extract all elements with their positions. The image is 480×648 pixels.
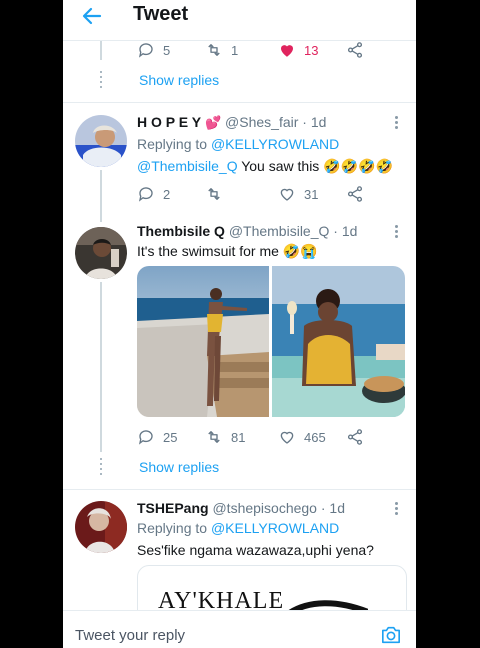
laughing-emojis: 🤣🤣🤣🤣 <box>323 158 393 174</box>
avatar[interactable] <box>75 501 127 553</box>
thread-dots <box>100 71 102 91</box>
like-count: 13 <box>304 42 319 58</box>
tweet-time: · 1d <box>333 223 358 239</box>
avatar[interactable] <box>75 227 127 279</box>
tweet-time: · 1d <box>320 500 345 516</box>
replying-label: Replying to <box>137 136 208 152</box>
author-handle: @Thembisile_Q <box>228 223 330 239</box>
heart-emoji: 💕 <box>204 115 222 130</box>
heart-icon <box>280 431 294 444</box>
tweet-body: You saw this <box>237 158 324 174</box>
tweet-text: Ses'fike ngama wazawaza,uphi yena? <box>137 542 374 558</box>
thread-line <box>100 282 102 452</box>
share-button[interactable] <box>346 427 364 447</box>
like-count: 31 <box>304 186 319 202</box>
replying-to-handle[interactable]: @KELLYROWLAND <box>211 136 339 152</box>
share-button[interactable] <box>346 40 364 60</box>
replying-to: Replying to @KELLYROWLAND <box>137 520 339 536</box>
top-bar: Tweet <box>63 0 416 41</box>
share-button[interactable] <box>346 184 364 204</box>
reply-button[interactable]: 2 <box>137 184 170 204</box>
author-name[interactable]: Thembisile Q <box>137 223 225 239</box>
like-button[interactable]: 465 <box>278 427 326 447</box>
reply-composer: Tweet your reply <box>63 610 416 648</box>
replying-label: Replying to <box>137 520 208 536</box>
show-replies-link[interactable]: Show replies <box>139 459 219 475</box>
author-handle: @Shes_fair <box>225 114 299 130</box>
share-icon <box>347 42 363 58</box>
more-options-icon[interactable] <box>395 225 399 240</box>
camera-icon[interactable] <box>380 625 402 645</box>
author-handle: @tshepisochego <box>212 500 317 516</box>
share-icon <box>347 186 363 202</box>
reply-icon <box>138 187 153 202</box>
thread-line <box>100 170 102 222</box>
tweet-time: · 1d <box>302 114 327 130</box>
retweet-icon <box>208 188 220 200</box>
reply-icon <box>138 43 153 58</box>
tweet-author: Thembisile Q @Thembisile_Q · 1d <box>137 223 357 239</box>
replying-to-handle[interactable]: @KELLYROWLAND <box>211 520 339 536</box>
reply-input[interactable]: Tweet your reply <box>75 627 185 644</box>
retweet-button[interactable]: 81 <box>205 427 245 447</box>
back-arrow-icon[interactable] <box>80 4 104 28</box>
tweet-text: It's the swimsuit for me 🤣😭 <box>137 243 318 260</box>
show-replies-link[interactable]: Show replies <box>139 72 219 88</box>
like-button[interactable]: 31 <box>278 184 318 204</box>
reply-button[interactable]: 5 <box>137 40 170 60</box>
like-count: 465 <box>304 429 326 445</box>
reply-count: 5 <box>163 42 171 58</box>
tweet-author: TSHEPang @tshepisochego · 1d <box>137 500 345 516</box>
author-name[interactable]: TSHEPang <box>137 500 209 516</box>
retweet-button[interactable] <box>205 184 231 204</box>
tweet-emojis: 🤣😭 <box>282 243 318 259</box>
retweet-count: 81 <box>231 429 246 445</box>
retweet-icon <box>208 44 220 56</box>
tweet-actions: 25 81 465 <box>137 427 407 447</box>
share-icon <box>347 429 363 445</box>
heart-icon <box>280 188 294 201</box>
avatar[interactable] <box>75 115 127 167</box>
reply-icon <box>138 430 153 445</box>
thread-line <box>100 40 102 60</box>
reply-count: 2 <box>163 186 171 202</box>
author-name[interactable]: H O P E Y <box>137 114 201 130</box>
tweet-body: It's the swimsuit for me <box>137 243 283 259</box>
page-title: Tweet <box>133 3 189 25</box>
retweet-icon <box>208 431 220 443</box>
tweet-author: H O P E Y 💕 @Shes_fair · 1d <box>137 114 326 131</box>
retweet-count: 1 <box>231 42 239 58</box>
top-tweet-actions: 5 1 13 <box>137 40 407 60</box>
tweet-photo[interactable] <box>272 266 405 417</box>
retweet-button[interactable]: 1 <box>205 40 238 60</box>
divider <box>63 102 416 103</box>
replying-to: Replying to @KELLYROWLAND <box>137 136 339 152</box>
more-options-icon[interactable] <box>395 116 399 131</box>
mention-link[interactable]: @Thembisile_Q <box>137 158 238 174</box>
tweet-photo[interactable] <box>137 266 269 417</box>
tweet-text: @Thembisile_Q You saw this 🤣🤣🤣🤣 <box>137 158 393 175</box>
thread-dots <box>100 458 102 478</box>
reply-button[interactable]: 25 <box>137 427 177 447</box>
more-options-icon[interactable] <box>395 502 399 517</box>
divider <box>63 489 416 490</box>
tweet-thread-screen: Tweet 5 1 13 Show replies H O P E Y 💕 @S… <box>63 0 416 648</box>
heart-filled-icon <box>281 45 293 57</box>
tweet-actions: 2 31 <box>137 184 407 204</box>
like-button[interactable]: 13 <box>278 40 318 60</box>
reply-count: 25 <box>163 429 178 445</box>
